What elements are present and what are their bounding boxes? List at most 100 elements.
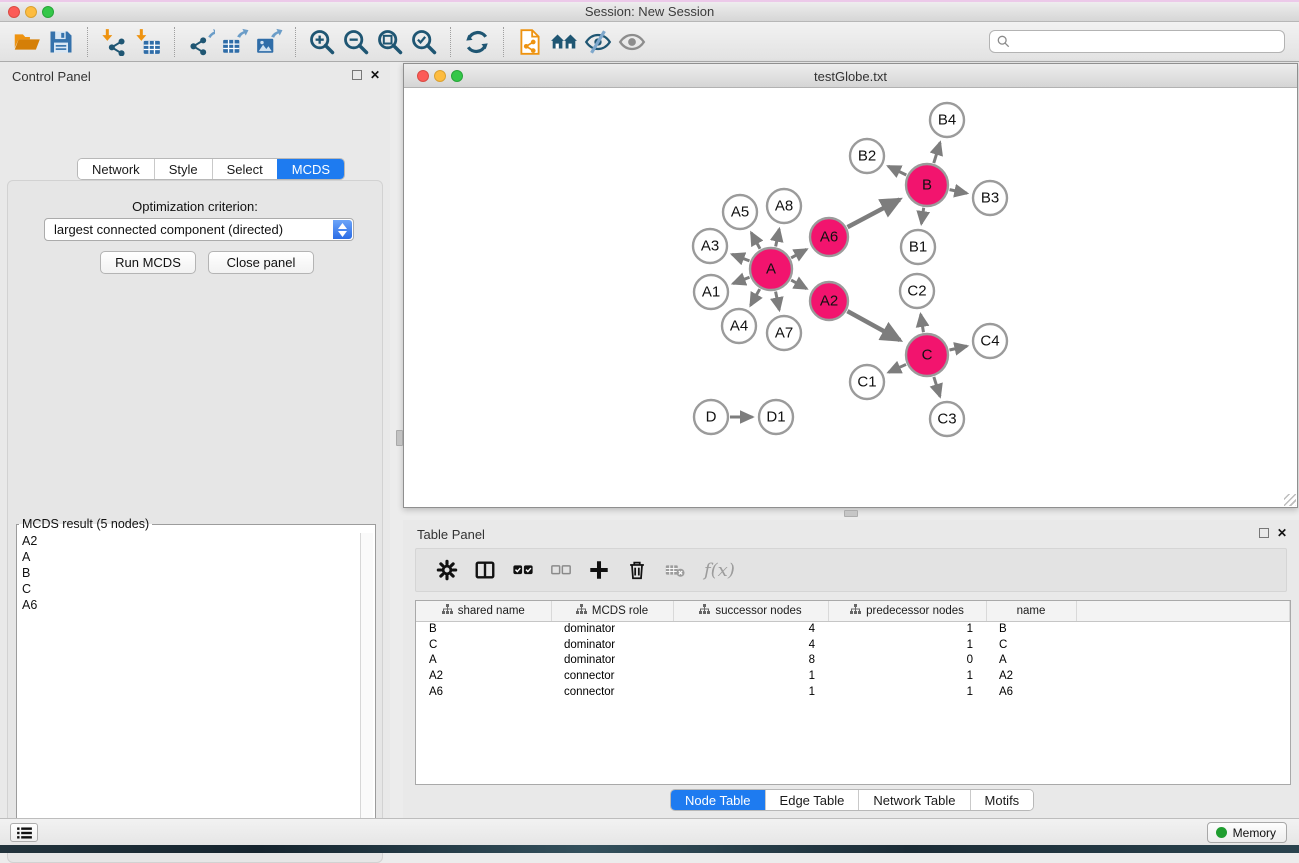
graph-node-C3[interactable]: C3 [930, 402, 964, 436]
tab-select[interactable]: Select [212, 159, 277, 179]
graph-edge-A-A2[interactable] [791, 280, 806, 289]
column-header-shared-name[interactable]: shared name [416, 601, 551, 621]
network-graph[interactable]: B4B2BB3A8A5A6A3B1AA1C2A2A4A7C4CC1C3DD1 [404, 88, 1297, 507]
graph-node-A[interactable]: A [750, 248, 792, 290]
graph-node-A7[interactable]: A7 [767, 316, 801, 350]
tab-network-table[interactable]: Network Table [858, 790, 969, 810]
mcds-result-item[interactable]: B [19, 565, 360, 581]
graph-edge-B-B3[interactable] [950, 190, 967, 194]
graph-node-C4[interactable]: C4 [973, 324, 1007, 358]
column-header-name[interactable]: name [986, 601, 1076, 621]
result-scrollbar[interactable] [360, 533, 373, 850]
column-header-predecessor-nodes[interactable]: predecessor nodes [828, 601, 986, 621]
graph-edge-C-C3[interactable] [934, 377, 940, 397]
graph-edge-B-B1[interactable] [921, 208, 923, 224]
close-panel-button[interactable]: ✕ [370, 69, 380, 81]
window-resize-grip[interactable] [1284, 494, 1296, 506]
graph-edge-A-A1[interactable] [733, 277, 749, 283]
function-builder-icon[interactable]: f(x) [704, 560, 735, 581]
close-panel-action-button[interactable]: Close panel [208, 251, 314, 274]
graph-edge-A-A6[interactable] [791, 249, 806, 258]
float-table-panel-button[interactable] [1259, 528, 1269, 538]
open-session-icon[interactable] [10, 26, 44, 58]
graph-edge-A6-B[interactable] [848, 199, 900, 227]
zoom-out-icon[interactable] [339, 26, 373, 58]
task-history-button[interactable] [10, 823, 38, 842]
refresh-layout-icon[interactable] [460, 26, 494, 58]
table-row[interactable]: A6connector11A6 [416, 684, 1290, 700]
split-divider-handle-horizontal[interactable] [844, 510, 858, 517]
graph-edge-C-C4[interactable] [949, 346, 967, 350]
criterion-dropdown[interactable]: largest connected component (directed) [44, 218, 354, 241]
import-table-icon[interactable] [131, 26, 165, 58]
show-details-icon[interactable] [615, 26, 649, 58]
table-row[interactable]: Bdominator41B [416, 621, 1290, 637]
graph-node-D1[interactable]: D1 [759, 400, 793, 434]
table-row[interactable]: Adominator80A [416, 653, 1290, 669]
run-mcds-button[interactable]: Run MCDS [100, 251, 196, 274]
table-settings-gear-icon[interactable] [434, 557, 460, 583]
zoom-in-icon[interactable] [305, 26, 339, 58]
close-table-panel-button[interactable]: ✕ [1277, 527, 1287, 539]
import-network-icon[interactable] [97, 26, 131, 58]
graph-edge-A2-C[interactable] [847, 311, 900, 340]
graph-edge-B-B4[interactable] [934, 143, 940, 163]
export-table-icon[interactable] [218, 26, 252, 58]
graph-edge-A-A3[interactable] [732, 254, 749, 261]
graph-node-B4[interactable]: B4 [930, 103, 964, 137]
graph-node-C[interactable]: C [906, 334, 948, 376]
graph-node-A8[interactable]: A8 [767, 189, 801, 223]
graph-node-A1[interactable]: A1 [694, 275, 728, 309]
graph-node-A6[interactable]: A6 [810, 218, 848, 256]
search-input[interactable] [1015, 35, 1277, 49]
graph-edge-A-A8[interactable] [776, 229, 780, 246]
tab-motifs[interactable]: Motifs [970, 790, 1034, 810]
graph-edge-B-B2[interactable] [888, 166, 906, 175]
delete-column-trash-icon[interactable] [624, 557, 650, 583]
column-header-successor-nodes[interactable]: successor nodes [673, 601, 828, 621]
tab-style[interactable]: Style [154, 159, 212, 179]
graph-edge-A-A4[interactable] [751, 289, 760, 305]
deselect-all-checkboxes-icon[interactable] [548, 557, 574, 583]
tab-network[interactable]: Network [78, 159, 154, 179]
graph-node-B3[interactable]: B3 [973, 181, 1007, 215]
mcds-result-item[interactable]: C [19, 581, 360, 597]
memory-button[interactable]: Memory [1207, 822, 1287, 843]
select-all-checkboxes-icon[interactable] [510, 557, 536, 583]
save-session-icon[interactable] [44, 26, 78, 58]
graph-edge-A-A7[interactable] [776, 292, 780, 310]
graph-edge-C-C1[interactable] [889, 364, 907, 372]
tab-mcds[interactable]: MCDS [277, 159, 344, 179]
split-divider-handle-vertical[interactable] [396, 430, 403, 446]
graph-node-C1[interactable]: C1 [850, 365, 884, 399]
mcds-result-item[interactable]: A6 [19, 597, 360, 613]
graph-edge-C-C2[interactable] [921, 314, 924, 332]
float-panel-button[interactable] [352, 70, 362, 80]
graph-node-A4[interactable]: A4 [722, 309, 756, 343]
export-image-icon[interactable] [252, 26, 286, 58]
graph-node-B2[interactable]: B2 [850, 139, 884, 173]
graph-node-A3[interactable]: A3 [693, 229, 727, 263]
zoom-selected-icon[interactable] [407, 26, 441, 58]
graph-node-B1[interactable]: B1 [901, 230, 935, 264]
table-row[interactable]: A2connector11A2 [416, 668, 1290, 684]
column-view-icon[interactable] [472, 557, 498, 583]
graph-node-B[interactable]: B [906, 164, 948, 206]
graph-edge-A-A5[interactable] [751, 233, 760, 249]
graph-node-C2[interactable]: C2 [900, 274, 934, 308]
network-window-titlebar[interactable]: testGlobe.txt [404, 64, 1297, 88]
first-neighbors-icon[interactable] [547, 26, 581, 58]
table-row[interactable]: Cdominator41C [416, 637, 1290, 653]
column-header-mcds-role[interactable]: MCDS role [551, 601, 673, 621]
search-field[interactable] [989, 30, 1285, 53]
graph-node-A2[interactable]: A2 [810, 282, 848, 320]
zoom-fit-icon[interactable] [373, 26, 407, 58]
add-column-icon[interactable] [586, 557, 612, 583]
mcds-result-item[interactable]: A2 [19, 533, 360, 549]
hide-details-icon[interactable] [581, 26, 615, 58]
graph-node-D[interactable]: D [694, 400, 728, 434]
export-network-icon[interactable] [184, 26, 218, 58]
tab-edge-table[interactable]: Edge Table [765, 790, 859, 810]
tab-node-table[interactable]: Node Table [671, 790, 765, 810]
mcds-result-item[interactable]: A [19, 549, 360, 565]
